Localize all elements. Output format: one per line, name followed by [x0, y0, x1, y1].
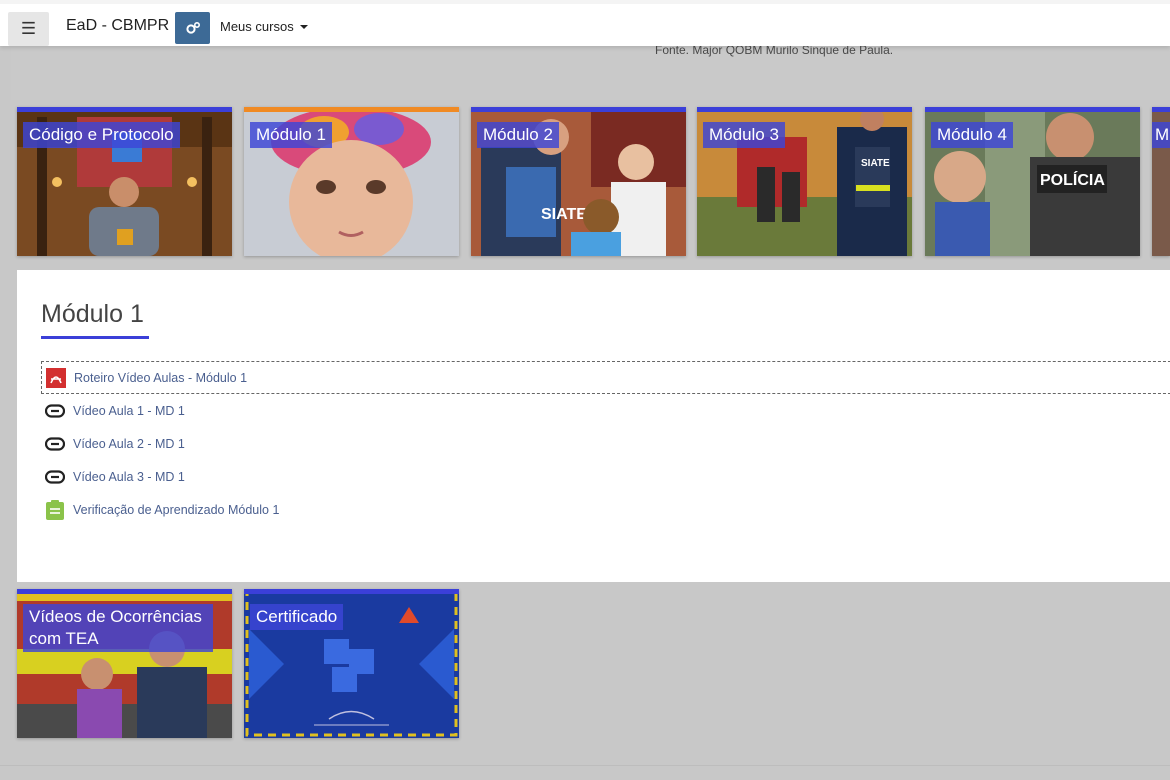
tile-accent-bar [17, 107, 232, 112]
tile-accent-bar [471, 107, 686, 112]
activity-url[interactable]: Vídeo Aula 2 - MD 1 [41, 427, 1170, 460]
activity-url[interactable]: Vídeo Aula 3 - MD 1 [41, 460, 1170, 493]
activity-quiz[interactable]: Verificação de Aprendizado Módulo 1 [41, 493, 1170, 526]
hamburger-icon: ☰ [20, 19, 37, 38]
tile-codigo-protocolo[interactable]: Código e Protocolo [17, 107, 232, 256]
tile-accent-bar [17, 589, 232, 594]
tile-label: Vídeos de Ocorrências com TEA [23, 604, 213, 652]
tile-videos-ocorrencias[interactable]: Vídeos de Ocorrências com TEA [17, 589, 232, 738]
link-icon [45, 401, 65, 421]
tile-certificado[interactable]: Certificado [244, 589, 459, 738]
previous-section-strip [11, 46, 1170, 100]
activity-url[interactable]: Vídeo Aula 1 - MD 1 [41, 394, 1170, 427]
tile-label: Módulo 1 [250, 122, 332, 148]
tile-accent-bar [244, 589, 459, 594]
tile-modulo-1[interactable]: Módulo 1 [244, 107, 459, 256]
section-title: Módulo 1 [41, 300, 144, 328]
tile-label: Certificado [250, 604, 344, 630]
site-brand[interactable]: EaD - CBMPR [66, 17, 169, 35]
tile-modulo-2[interactable]: SIATE Módulo 2 [471, 107, 686, 256]
tile-label: Código e Protocolo [23, 122, 180, 148]
tile-modulo-5-partial[interactable]: M [1152, 107, 1170, 256]
activity-label: Roteiro Vídeo Aulas - Módulo 1 [74, 370, 248, 385]
activity-label: Vídeo Aula 1 - MD 1 [73, 403, 185, 418]
tile-label: Módulo 3 [703, 122, 785, 148]
tile-modulo-3[interactable]: SIATE Módulo 3 [697, 107, 912, 256]
tile-label: Módulo 2 [477, 122, 559, 148]
activity-label: Vídeo Aula 3 - MD 1 [73, 469, 185, 484]
tile-accent-bar [697, 107, 912, 112]
link-icon [45, 434, 65, 454]
activity-pdf[interactable]: Roteiro Vídeo Aulas - Módulo 1 [41, 361, 1170, 394]
activity-label: Verificação de Aprendizado Módulo 1 [73, 502, 280, 517]
pdf-icon [46, 367, 66, 388]
tile-modulo-4[interactable]: POLÍCIA Módulo 4 [925, 107, 1140, 256]
activity-label: Vídeo Aula 2 - MD 1 [73, 436, 185, 451]
footer-divider [0, 765, 1170, 766]
quiz-icon [45, 499, 65, 520]
my-courses-label: Meus cursos [220, 19, 294, 34]
siate-jacket-text: SIATE [861, 158, 890, 169]
tile-label: M [1152, 122, 1170, 148]
tile-accent-bar [244, 107, 459, 112]
policia-text: POLÍCIA [1040, 170, 1105, 189]
caret-down-icon [299, 25, 308, 29]
settings-button[interactable] [175, 12, 210, 44]
menu-toggle-button[interactable]: ☰ [8, 12, 49, 46]
tile-accent-bar [1152, 107, 1170, 112]
tile-label: Módulo 4 [931, 122, 1013, 148]
my-courses-dropdown[interactable]: Meus cursos [220, 19, 308, 34]
title-underline [41, 336, 149, 339]
link-icon [45, 467, 65, 487]
top-navbar: ☰ EaD - CBMPR Meus cursos [0, 0, 1170, 46]
siate-vest-text: SIATE [541, 206, 587, 223]
section-content-panel: Módulo 1 Roteiro Vídeo Aulas - Módulo 1 … [17, 270, 1170, 582]
gears-icon [185, 21, 200, 34]
tile-accent-bar [925, 107, 1140, 112]
